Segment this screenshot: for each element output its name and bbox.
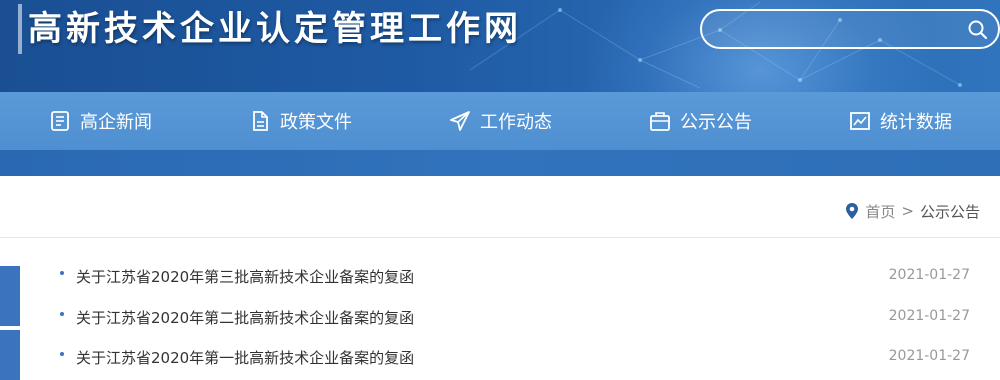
location-pin-icon xyxy=(846,203,859,219)
nav-item-work[interactable]: 工作动态 xyxy=(448,92,552,150)
breadcrumb-separator: > xyxy=(901,202,914,220)
banner-bottom-strip xyxy=(0,150,1000,176)
article-title-link[interactable]: 关于江苏省2020年第二批高新技术企业备案的复函 xyxy=(76,307,414,328)
nav-item-label: 公示公告 xyxy=(680,112,752,133)
bullet-dot xyxy=(60,271,64,275)
search-input[interactable] xyxy=(718,19,958,41)
notice-board-icon xyxy=(650,112,670,131)
list-item[interactable]: 关于江苏省2020年第二批高新技术企业备案的复函 2021-01-27 xyxy=(0,299,1000,339)
news-icon xyxy=(51,111,69,131)
nav-item-news[interactable]: 高企新闻 xyxy=(48,92,152,150)
search-box[interactable] xyxy=(700,9,1000,49)
nav-item-label: 高企新闻 xyxy=(80,112,152,133)
site-title: 高新技术企业认定管理工作网 xyxy=(18,4,522,54)
breadcrumb-home-link[interactable]: 首页 xyxy=(865,201,895,222)
nav-item-policy[interactable]: 政策文件 xyxy=(248,92,352,150)
chart-icon xyxy=(850,112,870,130)
header-banner: 高新技术企业认定管理工作网 高企新闻 政策文件 工作动态 公示公告 统计数据 xyxy=(0,0,1000,176)
nav-item-label: 政策文件 xyxy=(280,112,352,133)
list-item[interactable]: 关于江苏省2020年第三批高新技术企业备案的复函 2021-01-27 xyxy=(0,258,1000,298)
list-item[interactable]: 关于江苏省2020年第一批高新技术企业备案的复函 2021-01-27 xyxy=(0,339,1000,379)
article-title-link[interactable]: 关于江苏省2020年第一批高新技术企业备案的复函 xyxy=(76,347,414,368)
nav-item-label: 工作动态 xyxy=(480,112,552,133)
bullet-dot xyxy=(60,312,64,316)
article-date: 2021-01-27 xyxy=(888,267,970,283)
nav-item-stats[interactable]: 统计数据 xyxy=(848,92,952,150)
article-date: 2021-01-27 xyxy=(888,348,970,364)
breadcrumb: 首页 > 公示公告 xyxy=(845,200,980,222)
article-title-link[interactable]: 关于江苏省2020年第三批高新技术企业备案的复函 xyxy=(76,266,414,287)
nav-item-label: 统计数据 xyxy=(880,112,952,133)
paper-plane-icon xyxy=(450,111,470,131)
search-icon[interactable] xyxy=(966,18,990,42)
breadcrumb-current[interactable]: 公示公告 xyxy=(920,201,980,222)
main-nav: 高企新闻 政策文件 工作动态 公示公告 统计数据 xyxy=(0,92,1000,150)
article-date: 2021-01-27 xyxy=(888,308,970,324)
content-divider xyxy=(0,237,1000,238)
document-icon xyxy=(253,111,268,131)
nav-item-notice[interactable]: 公示公告 xyxy=(648,92,752,150)
bullet-dot xyxy=(60,352,64,356)
